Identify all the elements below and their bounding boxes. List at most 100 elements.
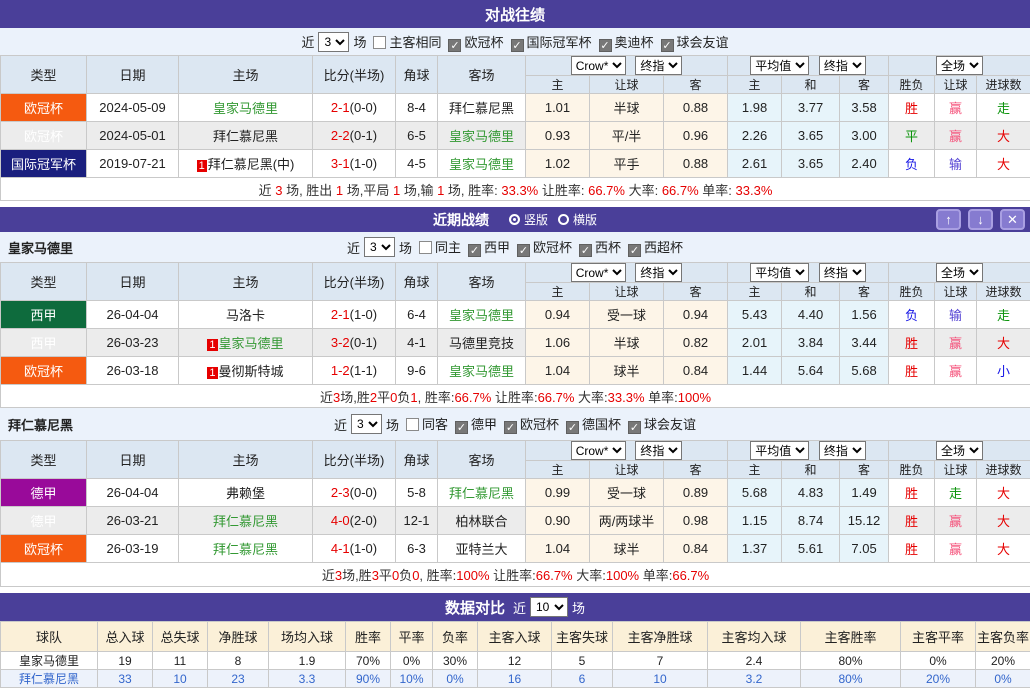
home-team-name: 拜仁慕尼黑: [213, 542, 278, 557]
checkbox-球会友谊[interactable]: ✓: [661, 39, 674, 52]
sub-col: 客: [840, 461, 889, 479]
close-button[interactable]: ✕: [1000, 209, 1025, 230]
result-label: 胜: [905, 486, 918, 501]
checkbox-label: 奥迪杯: [615, 35, 654, 50]
team1-games-select[interactable]: 3: [364, 237, 395, 257]
away-team: 亚特兰大: [438, 535, 526, 563]
match-row: 欧冠杯26-03-19拜仁慕尼黑4-1(1-0)6-3亚特兰大1.04球半0.8…: [1, 535, 1030, 563]
checkbox-同客[interactable]: [406, 418, 419, 431]
checkbox-主客相同[interactable]: [373, 36, 386, 49]
full-match-select[interactable]: 全场: [936, 263, 983, 282]
sub-col: 进球数: [977, 283, 1030, 301]
col-home: 主场: [179, 56, 313, 94]
final-odds-select-2[interactable]: 终指: [819, 56, 866, 75]
home-team: 拜仁慕尼黑: [179, 507, 313, 535]
halftime-score: (0-0): [350, 100, 377, 115]
result-cell: 走: [977, 94, 1030, 122]
move-up-button[interactable]: ↑: [936, 209, 961, 230]
handicap-odds: 球半: [590, 357, 664, 385]
cmp-col: 净胜球: [208, 622, 269, 652]
result-cell: 小: [977, 357, 1030, 385]
result-label: 走: [997, 308, 1010, 323]
stat-value: 3.2: [708, 670, 801, 688]
h2h-games-select[interactable]: 3: [318, 32, 349, 52]
result-label: 胜: [905, 364, 918, 379]
team2-games-select[interactable]: 3: [351, 414, 382, 434]
final-odds-select-2[interactable]: 终指: [819, 441, 866, 460]
cmp-col: 场均入球: [269, 622, 346, 652]
checkbox-欧冠杯[interactable]: ✓: [517, 244, 530, 257]
checkbox-同主[interactable]: [419, 241, 432, 254]
checkbox-label: 国际冠军杯: [527, 35, 592, 50]
full-match-select[interactable]: 全场: [936, 441, 983, 460]
stat-value: 80%: [801, 670, 901, 688]
radio-横版[interactable]: [558, 214, 569, 225]
radio-竖版[interactable]: [509, 214, 520, 225]
near-label: 近: [301, 32, 314, 51]
away-team-name: 皇家马德里: [449, 308, 514, 323]
fulltime-score: 2-1: [331, 307, 350, 322]
move-down-button[interactable]: ↓: [968, 209, 993, 230]
checkbox-西杯[interactable]: ✓: [579, 244, 592, 257]
league-badge: 欧冠杯: [1, 357, 87, 385]
handicap-odds: 半球: [590, 329, 664, 357]
checkbox-国际冠军杯[interactable]: ✓: [511, 39, 524, 52]
checkbox-德甲[interactable]: ✓: [455, 421, 468, 434]
bookmaker-select[interactable]: Crow*: [571, 263, 626, 282]
average-select[interactable]: 平均值: [750, 263, 809, 282]
compare-games-select[interactable]: 10: [530, 597, 568, 617]
checkbox-德国杯[interactable]: ✓: [566, 421, 579, 434]
corner-score: 6-3: [396, 535, 438, 563]
checkbox-label: 球会友谊: [677, 35, 729, 50]
result-label: 输: [949, 157, 962, 172]
summary-segment: 66.7%: [672, 568, 709, 583]
final-odds-select-1[interactable]: 终指: [635, 263, 682, 282]
europe-odds: 3.44: [840, 329, 889, 357]
corner-score: 4-1: [396, 329, 438, 357]
average-select[interactable]: 平均值: [750, 56, 809, 75]
europe-odds: 2.01: [728, 329, 782, 357]
near-label: 近: [347, 238, 360, 257]
halftime-score: (0-1): [350, 128, 377, 143]
rank-badge: 1: [207, 367, 217, 379]
team2-league-checkboxes: 同客✓德甲✓欧冠杯✓德国杯✓球会友谊: [399, 414, 696, 434]
checkbox-西甲[interactable]: ✓: [468, 244, 481, 257]
h2h-summary: 近 3 场, 胜出 1 场,平局 1 场,输 1 场, 胜率: 33.3% 让胜…: [1, 178, 1030, 201]
checkbox-奥迪杯[interactable]: ✓: [599, 39, 612, 52]
match-date: 26-03-19: [87, 535, 179, 563]
checkbox-欧冠杯[interactable]: ✓: [448, 39, 461, 52]
scope-group: 全场: [889, 441, 1030, 461]
final-odds-select-2[interactable]: 终指: [819, 263, 866, 282]
stat-value: 16: [478, 670, 552, 688]
bookmaker-select[interactable]: Crow*: [571, 441, 626, 460]
cmp-col: 负率: [433, 622, 478, 652]
average-select[interactable]: 平均值: [750, 441, 809, 460]
summary-segment: 平: [377, 390, 390, 405]
checkbox-球会友谊[interactable]: ✓: [628, 421, 641, 434]
bookmaker-select[interactable]: Crow*: [571, 56, 626, 75]
final-odds-select-1[interactable]: 终指: [635, 441, 682, 460]
checkbox-西超杯[interactable]: ✓: [628, 244, 641, 257]
handicap-odds: 0.89: [664, 479, 728, 507]
handicap-odds: 0.90: [526, 507, 590, 535]
away-team: 拜仁慕尼黑: [438, 479, 526, 507]
result-label: 大: [997, 157, 1010, 172]
col-score: 比分(半场): [313, 56, 396, 94]
away-team-name: 亚特兰大: [455, 542, 507, 557]
result-label: 大: [997, 486, 1010, 501]
stat-value: 19: [98, 652, 153, 670]
handicap-odds: 两/两球半: [590, 507, 664, 535]
checkbox-label: 西甲: [484, 240, 510, 255]
col-home: 主场: [179, 263, 313, 301]
summary-segment: 负: [397, 390, 410, 405]
final-odds-select-1[interactable]: 终指: [635, 56, 682, 75]
checkbox-欧冠杯[interactable]: ✓: [504, 421, 517, 434]
full-match-select[interactable]: 全场: [936, 56, 983, 75]
compare-row: 拜仁慕尼黑3310233.390%10%0%166103.280%20%0%: [1, 670, 1030, 688]
stat-value: 23: [208, 670, 269, 688]
match-date: 2024-05-09: [87, 94, 179, 122]
stat-value: 8: [208, 652, 269, 670]
summary-segment: 33.3%: [501, 183, 538, 198]
away-team-name: 马德里竞技: [449, 336, 514, 351]
away-team: 拜仁慕尼黑: [438, 94, 526, 122]
